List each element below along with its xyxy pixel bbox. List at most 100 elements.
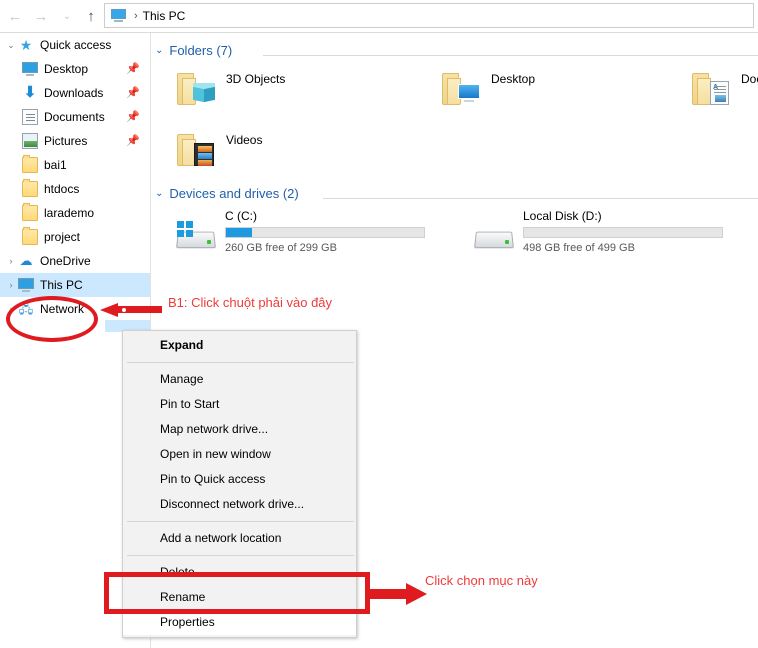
chevron-down-icon[interactable]: ⌄: [4, 40, 18, 51]
list-item[interactable]: 3D Objects: [151, 65, 416, 121]
drive-name: Local Disk (D:): [523, 209, 602, 223]
sidebar-item-label: Desktop: [44, 62, 89, 76]
group-header-folders[interactable]: ⌄ Folders (7): [155, 43, 232, 58]
group-title: Folders (7): [169, 43, 233, 58]
sidebar-item-htdocs[interactable]: htdocs: [0, 177, 150, 201]
sidebar-item-label: Pictures: [44, 134, 88, 148]
sidebar-item-label: bai1: [44, 158, 67, 172]
capacity-bar: [225, 227, 425, 238]
annotation-step2-text: Click chọn mục này: [425, 573, 538, 588]
sidebar-item-label: Quick access: [40, 38, 112, 52]
chevron-down-icon[interactable]: ⌄: [155, 45, 163, 56]
navigation-bar: ← → ⌄ ↑ › This PC: [0, 0, 758, 33]
annotation-rect-properties: [104, 572, 370, 614]
folder-icon: [442, 73, 482, 105]
sidebar-item-label: OneDrive: [40, 254, 91, 268]
group-divider: [263, 55, 758, 56]
drive-icon: [473, 221, 515, 249]
folder-icon: [22, 203, 38, 221]
sidebar-item-quick-access[interactable]: ⌄ ★ Quick access: [0, 33, 150, 57]
list-item[interactable]: Desktop: [416, 65, 681, 121]
back-icon[interactable]: ←: [4, 5, 26, 27]
drive-free-space: 260 GB free of 299 GB: [225, 242, 337, 254]
menu-item-pin-to-quick-access[interactable]: Pin to Quick access: [123, 467, 356, 492]
sidebar-item-this-pc[interactable]: › This PC: [0, 273, 150, 297]
group-divider: [323, 198, 758, 199]
sidebar-item-pictures[interactable]: Pictures 📌: [0, 129, 150, 153]
document-icon: A: [707, 81, 731, 105]
pin-icon[interactable]: 📌: [126, 62, 140, 76]
menu-item-expand[interactable]: Expand: [123, 333, 356, 358]
sidebar-item-larademo[interactable]: larademo: [0, 201, 150, 225]
chevron-down-icon[interactable]: ⌄: [56, 5, 78, 27]
address-bar[interactable]: › This PC: [104, 3, 754, 28]
list-item[interactable]: Videos: [151, 126, 416, 182]
sidebar-item-desktop[interactable]: Desktop 📌: [0, 57, 150, 81]
monitor-icon: [22, 61, 38, 77]
drive-item-d[interactable]: Local Disk (D:) 498 GB free of 499 GB: [449, 209, 724, 259]
pictures-icon: [22, 133, 38, 149]
cloud-icon: ☁: [19, 253, 33, 268]
chevron-right-icon[interactable]: ›: [4, 256, 18, 266]
star-icon: ★: [19, 37, 33, 53]
drive-item-c[interactable]: C (C:) 260 GB free of 299 GB: [151, 209, 426, 259]
menu-item-pin-to-start[interactable]: Pin to Start: [123, 392, 356, 417]
menu-separator: [127, 362, 354, 363]
sidebar-item-label: This PC: [40, 278, 83, 292]
breadcrumb-path: This PC: [142, 8, 186, 23]
pin-icon[interactable]: 📌: [126, 110, 140, 124]
windows-drive-icon: [175, 221, 217, 249]
menu-item-open-in-new-window[interactable]: Open in new window: [123, 442, 356, 467]
drive-name: C (C:): [225, 209, 257, 223]
sidebar-item-documents[interactable]: Documents 📌: [0, 105, 150, 129]
folder-icon: [22, 179, 38, 197]
sidebar-item-label: htdocs: [44, 182, 80, 196]
folder-icon: [177, 134, 217, 166]
pin-icon[interactable]: 📌: [126, 134, 140, 148]
sidebar-item-label: larademo: [44, 206, 95, 220]
sidebar-item-label: Downloads: [44, 86, 104, 100]
item-label: Desktop: [491, 72, 536, 86]
sidebar-item-label: Documents: [44, 110, 105, 124]
sidebar-item-downloads[interactable]: ⬇ Downloads 📌: [0, 81, 150, 105]
menu-separator: [127, 555, 354, 556]
monitor-icon: [457, 81, 481, 105]
item-label: Docu: [741, 72, 758, 86]
annotation-arrow-left: [96, 302, 162, 318]
filmstrip-icon: [192, 142, 216, 166]
sidebar-item-bai1[interactable]: bai1: [0, 153, 150, 177]
menu-item-disconnect-network-drive[interactable]: Disconnect network drive...: [123, 492, 356, 517]
download-icon: ⬇: [23, 84, 37, 101]
folder-icon: [177, 73, 217, 105]
annotation-step1-text: B1: Click chuột phải vào đây: [168, 295, 333, 310]
chevron-right-icon[interactable]: ›: [4, 280, 18, 290]
sidebar-item-project[interactable]: project: [0, 225, 150, 249]
forward-icon[interactable]: →: [30, 5, 52, 27]
this-pc-icon: [18, 277, 34, 293]
menu-item-map-network-drive[interactable]: Map network drive...: [123, 417, 356, 442]
document-icon: [22, 109, 38, 125]
item-label: Videos: [226, 133, 263, 147]
chevron-down-icon[interactable]: ⌄: [155, 188, 163, 199]
sidebar-item-onedrive[interactable]: › ☁ OneDrive: [0, 249, 150, 273]
annotation-arrow-right: [370, 580, 428, 608]
list-item[interactable]: A Docu: [666, 65, 758, 121]
group-title: Devices and drives (2): [169, 186, 299, 201]
drive-free-space: 498 GB free of 499 GB: [523, 242, 635, 254]
this-pc-icon: [110, 8, 128, 24]
pin-icon[interactable]: 📌: [126, 86, 140, 100]
sidebar-item-label: project: [44, 230, 81, 244]
folder-icon: [22, 155, 38, 173]
capacity-bar: [523, 227, 723, 238]
menu-separator: [127, 521, 354, 522]
item-label: 3D Objects: [226, 72, 286, 86]
group-header-devices[interactable]: ⌄ Devices and drives (2): [155, 186, 299, 201]
breadcrumb-separator: ›: [134, 9, 138, 22]
folder-icon: A: [692, 73, 732, 105]
annotation-ellipse-this-pc: [6, 296, 98, 342]
folder-icon: [22, 227, 38, 245]
menu-item-manage[interactable]: Manage: [123, 367, 356, 392]
up-icon[interactable]: ↑: [80, 5, 102, 27]
cube-icon: [192, 81, 216, 105]
menu-item-add-network-location[interactable]: Add a network location: [123, 526, 356, 551]
